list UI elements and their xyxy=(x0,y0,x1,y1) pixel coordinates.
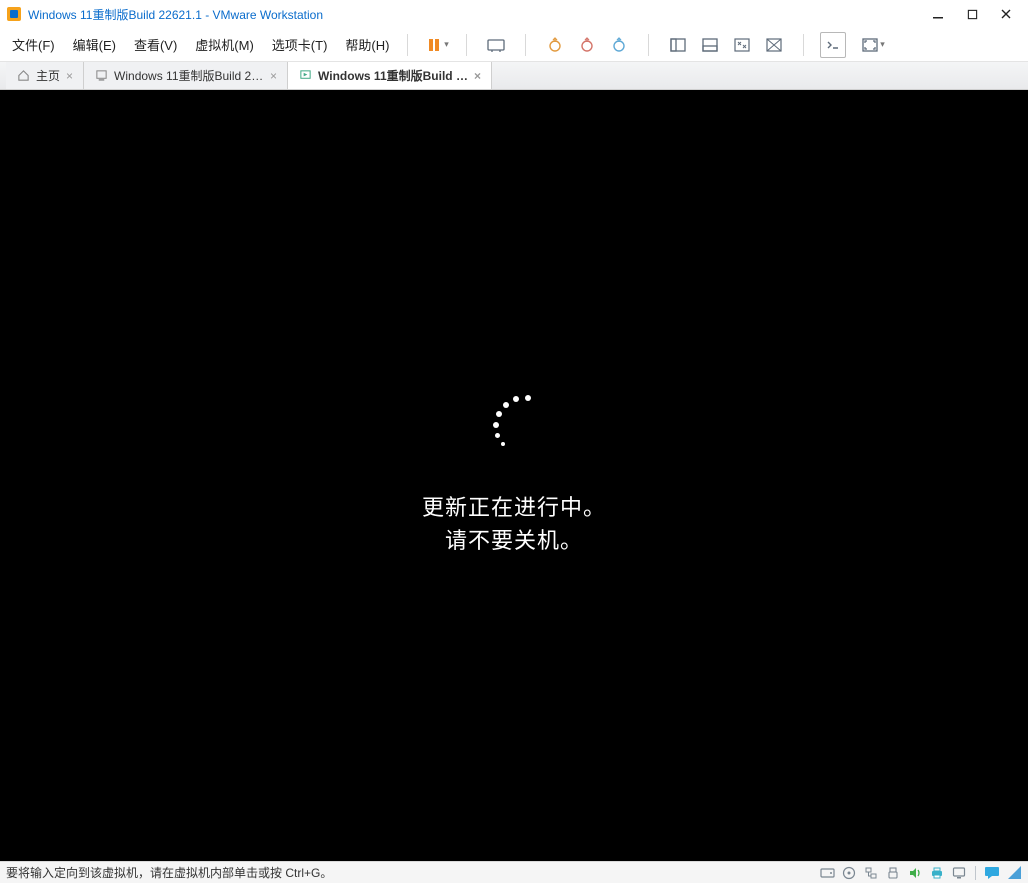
vm-icon xyxy=(94,69,108,83)
message-log-icon[interactable] xyxy=(984,865,1000,881)
home-icon xyxy=(16,69,30,83)
view-group xyxy=(665,32,787,58)
printer-icon[interactable] xyxy=(929,865,945,881)
view-console-button[interactable] xyxy=(697,32,723,58)
update-line1: 更新正在进行中。 xyxy=(422,491,606,524)
update-line2: 请不要关机。 xyxy=(422,524,606,557)
tab-strip: 主页 × Windows 11重制版Build 2200... × Window… xyxy=(0,62,1028,90)
toolbar-separator xyxy=(466,34,467,56)
resize-grip-icon xyxy=(1006,865,1022,881)
tab-vm1[interactable]: Windows 11重制版Build 2200... × xyxy=(84,62,288,89)
maximize-button[interactable] xyxy=(964,6,980,22)
menu-edit[interactable]: 编辑(E) xyxy=(71,31,118,58)
window-controls xyxy=(930,6,1024,22)
minimize-button[interactable] xyxy=(930,6,946,22)
menu-view[interactable]: 查看(V) xyxy=(132,31,179,58)
network-icon[interactable] xyxy=(863,865,879,881)
fullscreen-button[interactable]: ▾ xyxy=(860,32,886,58)
menu-tabs[interactable]: 选项卡(T) xyxy=(270,31,330,58)
menu-file[interactable]: 文件(F) xyxy=(10,31,57,58)
tab-label: 主页 xyxy=(36,67,60,84)
status-icons xyxy=(819,865,1022,881)
take-snapshot-button[interactable] xyxy=(542,32,568,58)
tab-vm2-active[interactable]: Windows 11重制版Build 2... × xyxy=(288,62,492,89)
statusbar: 要将输入定向到该虚拟机，请在虚拟机内部单击或按 Ctrl+G。 xyxy=(0,861,1028,883)
window-titlebar: Windows 11重制版Build 22621.1 - VMware Work… xyxy=(0,0,1028,28)
view-unity-button[interactable] xyxy=(761,32,787,58)
loading-spinner-icon xyxy=(491,395,537,441)
console-view-button[interactable] xyxy=(820,32,846,58)
snapshot-manager-button[interactable] xyxy=(606,32,632,58)
view-single-button[interactable] xyxy=(665,32,691,58)
close-icon[interactable]: × xyxy=(66,69,73,83)
menu-vm[interactable]: 虚拟机(M) xyxy=(193,31,256,58)
view-thumbnail-button[interactable] xyxy=(729,32,755,58)
toolbar-separator xyxy=(525,34,526,56)
display-icon[interactable] xyxy=(951,865,967,881)
revert-snapshot-button[interactable] xyxy=(574,32,600,58)
tab-label: Windows 11重制版Build 2200... xyxy=(114,67,264,84)
tab-label: Windows 11重制版Build 2... xyxy=(318,67,468,84)
update-message: 更新正在进行中。 请不要关机。 xyxy=(422,491,606,557)
chevron-down-icon: ▾ xyxy=(880,39,885,50)
toolbar-separator xyxy=(407,34,408,56)
usb-icon[interactable] xyxy=(885,865,901,881)
menubar: 文件(F) 编辑(E) 查看(V) 虚拟机(M) 选项卡(T) 帮助(H) ▾ xyxy=(0,28,1028,62)
snapshot-group xyxy=(542,32,632,58)
close-button[interactable] xyxy=(998,6,1014,22)
tab-home[interactable]: 主页 × xyxy=(6,62,84,89)
vm-display[interactable]: 更新正在进行中。 请不要关机。 xyxy=(0,90,1028,861)
toolbar-separator xyxy=(648,34,649,56)
pause-vm-button[interactable]: ▾ xyxy=(424,32,450,58)
chevron-down-icon: ▾ xyxy=(444,39,449,50)
close-icon[interactable]: × xyxy=(474,69,481,83)
send-ctrl-alt-del-button[interactable] xyxy=(483,32,509,58)
sound-icon[interactable] xyxy=(907,865,923,881)
cd-icon[interactable] xyxy=(841,865,857,881)
menu-help[interactable]: 帮助(H) xyxy=(343,31,391,58)
close-icon[interactable]: × xyxy=(270,69,277,83)
status-separator xyxy=(975,866,976,880)
app-icon xyxy=(6,6,22,22)
vm-running-icon xyxy=(298,69,312,83)
harddisk-icon[interactable] xyxy=(819,865,835,881)
window-title: Windows 11重制版Build 22621.1 - VMware Work… xyxy=(28,6,323,23)
toolbar-separator xyxy=(803,34,804,56)
status-message: 要将输入定向到该虚拟机，请在虚拟机内部单击或按 Ctrl+G。 xyxy=(6,864,819,881)
